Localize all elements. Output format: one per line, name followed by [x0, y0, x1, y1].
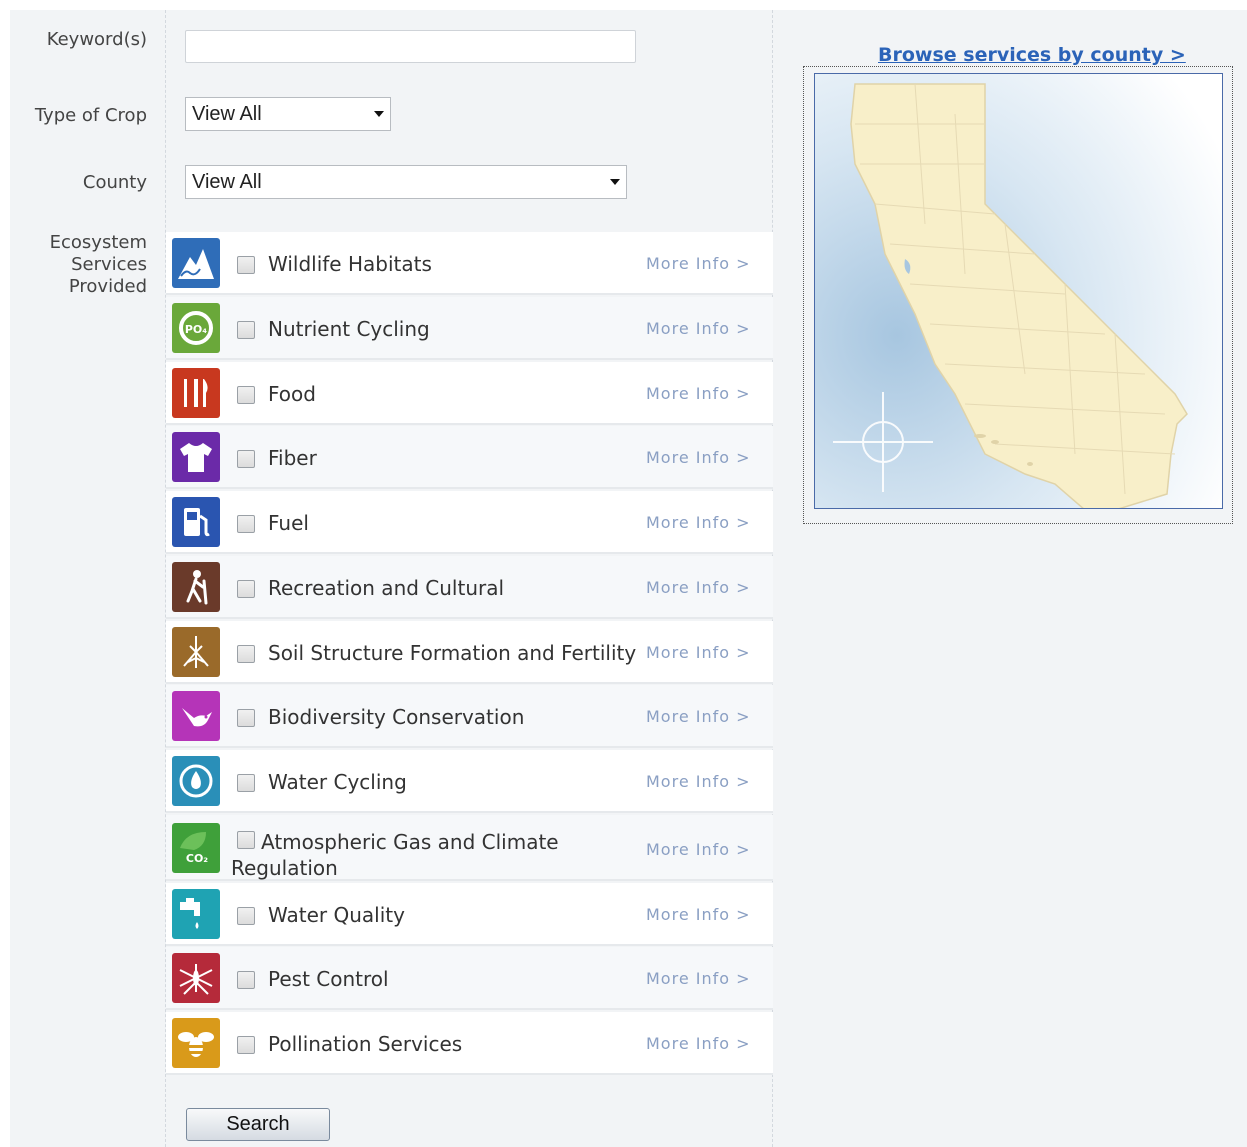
ecosystem-label: Ecosystem Services Provided — [10, 232, 147, 298]
more-info-link[interactable]: More Info > — [646, 384, 751, 403]
crop-select[interactable]: View All — [185, 97, 391, 131]
service-label: Fuel — [268, 511, 309, 535]
pollination-checkbox[interactable] — [237, 1036, 255, 1054]
more-info-link[interactable]: More Info > — [646, 254, 751, 273]
recreation-checkbox[interactable] — [237, 580, 255, 598]
service-label: Recreation and Cultural — [268, 576, 505, 600]
service-row-pollination: Pollination Services More Info > — [166, 1012, 773, 1075]
svg-text:CO₂: CO₂ — [186, 852, 208, 865]
crop-select-value: View All — [192, 103, 262, 125]
service-label: Pest Control — [268, 967, 389, 991]
dropdown-arrow-icon — [610, 179, 620, 185]
service-label: Pollination Services — [268, 1032, 463, 1056]
ecosystem-label-line: Provided — [68, 276, 147, 297]
service-label: Soil Structure Formation and Fertility — [268, 641, 637, 665]
county-label: County — [82, 172, 147, 193]
phosphate-cycle-icon: PO₄ — [172, 303, 220, 353]
more-info-link[interactable]: More Info > — [646, 643, 751, 662]
nutrient-checkbox[interactable] — [237, 321, 255, 339]
county-select-value: View All — [192, 171, 262, 193]
soil-checkbox[interactable] — [237, 645, 255, 663]
service-label: Biodiversity Conservation — [268, 705, 525, 729]
dropdown-arrow-icon — [374, 111, 384, 117]
mosquito-icon — [172, 953, 220, 1003]
svg-text:PO₄: PO₄ — [185, 323, 207, 336]
service-row-fiber: Fiber More Info > — [166, 426, 773, 489]
hiker-icon — [172, 562, 220, 612]
water-quality-checkbox[interactable] — [237, 907, 255, 925]
service-row-water-cycling: Water Cycling More Info > — [166, 750, 773, 813]
service-row-nutrient: PO₄ Nutrient Cycling More Info > — [166, 297, 773, 360]
service-row-pest-control: Pest Control More Info > — [166, 947, 773, 1010]
bird-icon — [172, 691, 220, 741]
service-row-atmospheric: CO₂ Atmospheric Gas and Climate Regulati… — [166, 815, 773, 881]
faucet-icon — [172, 889, 220, 939]
more-info-link[interactable]: More Info > — [646, 513, 751, 532]
california-map-graphic — [815, 74, 1222, 508]
water-cycling-checkbox[interactable] — [237, 774, 255, 792]
county-select[interactable]: View All — [185, 165, 627, 199]
service-row-wildlife: Wildlife Habitats More Info > — [166, 232, 773, 295]
county-map-container[interactable] — [803, 66, 1233, 524]
service-label: Fiber — [268, 446, 317, 470]
pest-control-checkbox[interactable] — [237, 971, 255, 989]
service-row-soil: Soil Structure Formation and Fertility M… — [166, 621, 773, 684]
fuel-checkbox[interactable] — [237, 515, 255, 533]
water-drop-cycle-icon — [172, 756, 220, 806]
service-row-water-quality: Water Quality More Info > — [166, 883, 773, 946]
service-label: Atmospheric Gas and Climate Regulation — [231, 830, 559, 880]
food-checkbox[interactable] — [237, 386, 255, 404]
more-info-link[interactable]: More Info > — [646, 319, 751, 338]
more-info-link[interactable]: More Info > — [646, 707, 751, 726]
service-row-food: Food More Info > — [166, 362, 773, 425]
service-label: Nutrient Cycling — [268, 317, 430, 341]
fork-knife-icon — [172, 368, 220, 418]
california-map[interactable] — [814, 73, 1223, 509]
service-label: Water Quality — [268, 903, 405, 927]
more-info-link[interactable]: More Info > — [646, 578, 751, 597]
search-panel: Keyword(s) Type of Crop View All County … — [10, 10, 1247, 1147]
atmospheric-checkbox[interactable] — [237, 831, 255, 849]
more-info-link[interactable]: More Info > — [646, 772, 751, 791]
tshirt-icon — [172, 432, 220, 482]
search-button[interactable]: Search — [186, 1108, 330, 1141]
ecosystem-label-line: Ecosystem — [49, 232, 147, 253]
service-row-recreation: Recreation and Cultural More Info > — [166, 556, 773, 619]
wildlife-checkbox[interactable] — [237, 256, 255, 274]
service-row-fuel: Fuel More Info > — [166, 491, 773, 554]
more-info-link[interactable]: More Info > — [646, 1034, 751, 1053]
co2-leaf-icon: CO₂ — [172, 823, 220, 873]
browse-by-county-link[interactable]: Browse services by county > — [878, 44, 1186, 66]
service-label: Wildlife Habitats — [268, 252, 432, 276]
keyword-input[interactable] — [185, 30, 636, 63]
fiber-checkbox[interactable] — [237, 450, 255, 468]
keyword-label: Keyword(s) — [46, 29, 147, 50]
service-label: Food — [268, 382, 316, 406]
ecosystem-label-line: Services — [71, 254, 147, 275]
more-info-link[interactable]: More Info > — [646, 905, 751, 924]
more-info-link[interactable]: More Info > — [646, 969, 751, 988]
roots-icon — [172, 627, 220, 677]
fuel-pump-icon — [172, 497, 220, 547]
service-label-block: Atmospheric Gas and Climate Regulation — [231, 829, 591, 881]
crop-label: Type of Crop — [34, 105, 147, 126]
service-row-biodiversity: Biodiversity Conservation More Info > — [166, 685, 773, 748]
bee-icon — [172, 1018, 220, 1068]
mountains-icon — [172, 238, 220, 288]
biodiversity-checkbox[interactable] — [237, 709, 255, 727]
service-label: Water Cycling — [268, 770, 407, 794]
more-info-link[interactable]: More Info > — [646, 840, 751, 859]
more-info-link[interactable]: More Info > — [646, 448, 751, 467]
